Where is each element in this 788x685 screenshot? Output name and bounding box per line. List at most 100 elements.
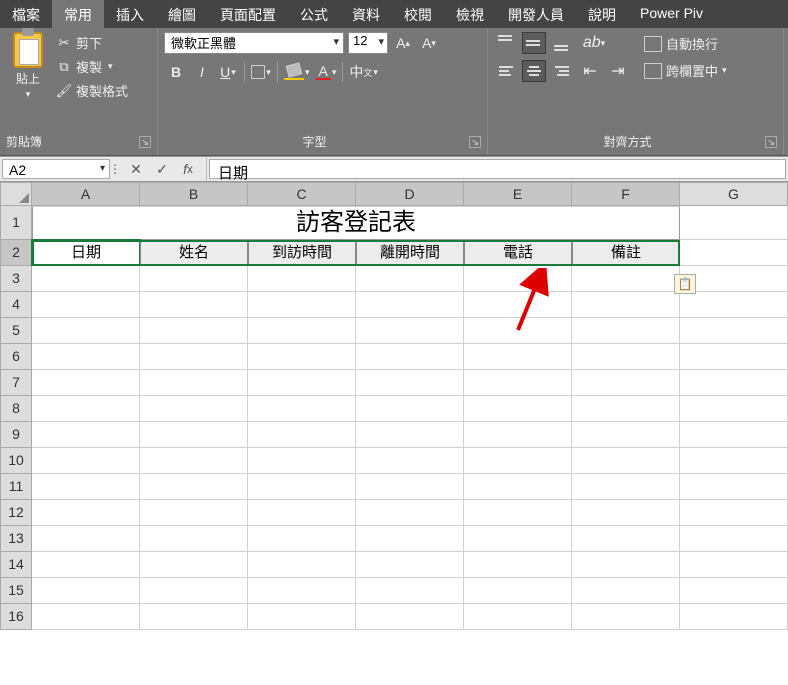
cell-g4[interactable] bbox=[680, 292, 788, 318]
cell-a10[interactable] bbox=[32, 448, 140, 474]
cell-g14[interactable] bbox=[680, 552, 788, 578]
cell-f13[interactable] bbox=[572, 526, 680, 552]
cell-e9[interactable] bbox=[464, 422, 572, 448]
cell-a16[interactable] bbox=[32, 604, 140, 630]
cell-a14[interactable] bbox=[32, 552, 140, 578]
increase-indent-button[interactable]: ⇥ bbox=[606, 60, 630, 82]
cell-d13[interactable] bbox=[356, 526, 464, 552]
row-header-2[interactable]: 2 bbox=[0, 240, 32, 266]
cell-g5[interactable] bbox=[680, 318, 788, 344]
cell-g3[interactable] bbox=[680, 266, 788, 292]
tab-help[interactable]: 說明 bbox=[576, 0, 628, 28]
align-left-button[interactable] bbox=[494, 60, 518, 82]
italic-button[interactable]: I bbox=[190, 60, 214, 84]
cell-d3[interactable] bbox=[356, 266, 464, 292]
cell-a11[interactable] bbox=[32, 474, 140, 500]
tab-file[interactable]: 檔案 bbox=[0, 0, 52, 28]
cell-c6[interactable] bbox=[248, 344, 356, 370]
cell-f3[interactable] bbox=[572, 266, 680, 292]
cell-g9[interactable] bbox=[680, 422, 788, 448]
row-header-12[interactable]: 12 bbox=[0, 500, 32, 526]
cell-b16[interactable] bbox=[140, 604, 248, 630]
cell-d15[interactable] bbox=[356, 578, 464, 604]
format-painter-button[interactable]: 🖌 複製格式 bbox=[54, 80, 130, 101]
cell-a7[interactable] bbox=[32, 370, 140, 396]
cell-b4[interactable] bbox=[140, 292, 248, 318]
cell-d11[interactable] bbox=[356, 474, 464, 500]
cell-c8[interactable] bbox=[248, 396, 356, 422]
cell-f12[interactable] bbox=[572, 500, 680, 526]
row-header-10[interactable]: 10 bbox=[0, 448, 32, 474]
confirm-formula-button[interactable]: ✓ bbox=[152, 159, 172, 179]
align-center-button[interactable] bbox=[522, 60, 546, 82]
border-button[interactable]: ▾ bbox=[249, 60, 273, 84]
cell-f15[interactable] bbox=[572, 578, 680, 604]
cell-c3[interactable] bbox=[248, 266, 356, 292]
col-header-a[interactable]: A bbox=[32, 182, 140, 206]
cell-d8[interactable] bbox=[356, 396, 464, 422]
tab-developer[interactable]: 開發人員 bbox=[496, 0, 576, 28]
font-size-select[interactable]: 12 bbox=[348, 32, 388, 54]
cell-g2[interactable] bbox=[680, 240, 788, 266]
cell-a1-merged[interactable]: 訪客登記表 bbox=[32, 206, 680, 240]
row-header-4[interactable]: 4 bbox=[0, 292, 32, 318]
row-header-8[interactable]: 8 bbox=[0, 396, 32, 422]
cell-g13[interactable] bbox=[680, 526, 788, 552]
font-color-button[interactable]: A▾ bbox=[314, 60, 339, 84]
cell-c16[interactable] bbox=[248, 604, 356, 630]
cell-c7[interactable] bbox=[248, 370, 356, 396]
cell-b11[interactable] bbox=[140, 474, 248, 500]
cell-g12[interactable] bbox=[680, 500, 788, 526]
select-all-corner[interactable] bbox=[0, 182, 32, 206]
cell-g1[interactable] bbox=[680, 206, 788, 240]
cell-f7[interactable] bbox=[572, 370, 680, 396]
cell-g16[interactable] bbox=[680, 604, 788, 630]
cell-e16[interactable] bbox=[464, 604, 572, 630]
cell-f9[interactable] bbox=[572, 422, 680, 448]
paste-button[interactable]: 貼上 ▾ bbox=[6, 32, 50, 101]
row-header-7[interactable]: 7 bbox=[0, 370, 32, 396]
cell-d5[interactable] bbox=[356, 318, 464, 344]
cell-c14[interactable] bbox=[248, 552, 356, 578]
cell-d7[interactable] bbox=[356, 370, 464, 396]
cell-b7[interactable] bbox=[140, 370, 248, 396]
cell-a9[interactable] bbox=[32, 422, 140, 448]
cell-a6[interactable] bbox=[32, 344, 140, 370]
clipboard-dialog-launcher[interactable]: ↘ bbox=[139, 136, 151, 148]
cell-f5[interactable] bbox=[572, 318, 680, 344]
cell-e2[interactable]: 電話 bbox=[464, 240, 572, 266]
fx-button[interactable]: fx bbox=[178, 159, 198, 179]
formula-input[interactable]: 日期 bbox=[209, 159, 786, 179]
cell-b2[interactable]: 姓名 bbox=[140, 240, 248, 266]
cell-g11[interactable] bbox=[680, 474, 788, 500]
cell-b9[interactable] bbox=[140, 422, 248, 448]
cell-e15[interactable] bbox=[464, 578, 572, 604]
row-header-3[interactable]: 3 bbox=[0, 266, 32, 292]
cell-d10[interactable] bbox=[356, 448, 464, 474]
cell-e4[interactable] bbox=[464, 292, 572, 318]
alignment-dialog-launcher[interactable]: ↘ bbox=[765, 136, 777, 148]
cell-f8[interactable] bbox=[572, 396, 680, 422]
cell-e11[interactable] bbox=[464, 474, 572, 500]
cell-b3[interactable] bbox=[140, 266, 248, 292]
cell-g6[interactable] bbox=[680, 344, 788, 370]
cell-a3[interactable] bbox=[32, 266, 140, 292]
increase-font-button[interactable]: A▴ bbox=[392, 32, 414, 54]
cell-e13[interactable] bbox=[464, 526, 572, 552]
merge-center-button[interactable]: 跨欄置中 ▾ bbox=[640, 61, 731, 80]
cell-d2[interactable]: 離開時間 bbox=[356, 240, 464, 266]
cell-a8[interactable] bbox=[32, 396, 140, 422]
cell-d4[interactable] bbox=[356, 292, 464, 318]
decrease-indent-button[interactable]: ⇤ bbox=[578, 60, 602, 82]
tab-view[interactable]: 檢視 bbox=[444, 0, 496, 28]
cell-e6[interactable] bbox=[464, 344, 572, 370]
name-box[interactable]: A2 bbox=[2, 159, 110, 179]
cell-d16[interactable] bbox=[356, 604, 464, 630]
cell-b12[interactable] bbox=[140, 500, 248, 526]
cell-c12[interactable] bbox=[248, 500, 356, 526]
tab-layout[interactable]: 頁面配置 bbox=[208, 0, 288, 28]
copy-button[interactable]: ⧉ 複製 ▾ bbox=[54, 56, 130, 77]
tab-insert[interactable]: 插入 bbox=[104, 0, 156, 28]
cell-b10[interactable] bbox=[140, 448, 248, 474]
cell-c11[interactable] bbox=[248, 474, 356, 500]
